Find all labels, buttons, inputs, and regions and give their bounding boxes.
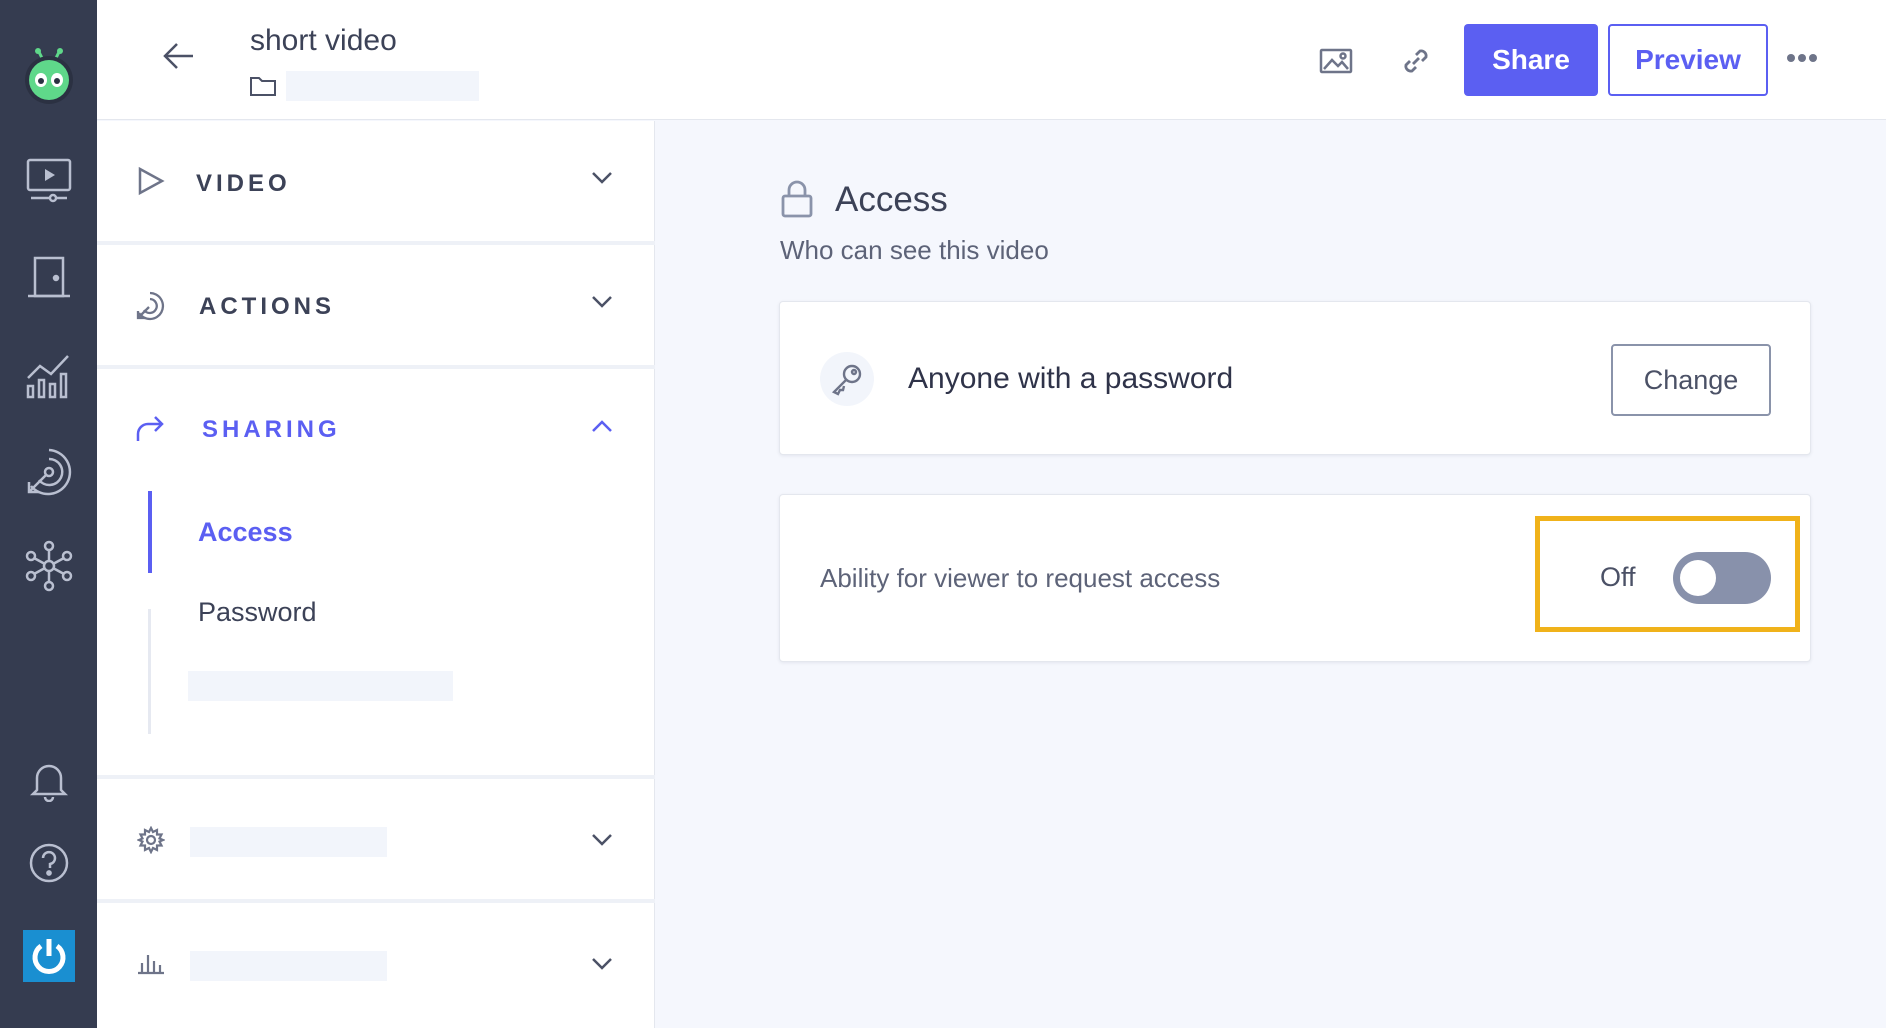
- chevron-down-icon[interactable]: [591, 171, 613, 190]
- sub-item-placeholder[interactable]: [188, 671, 453, 701]
- help-icon[interactable]: [0, 842, 97, 884]
- access-title: Access: [835, 180, 948, 219]
- request-access-label: Ability for viewer to request access: [820, 563, 1221, 593]
- page-title: short video: [250, 24, 397, 57]
- section-stats-placeholder: [190, 951, 387, 981]
- section-video[interactable]: VIDEO: [97, 121, 655, 245]
- videos-icon[interactable]: [0, 156, 97, 204]
- access-mode-card: Anyone with a password Change: [779, 301, 1811, 455]
- section-settings-placeholder: [190, 827, 387, 857]
- app-logo-icon[interactable]: [0, 44, 97, 106]
- key-icon: [820, 352, 874, 406]
- folder-icon[interactable]: [250, 76, 276, 101]
- account-power-icon[interactable]: [0, 930, 97, 982]
- thumbnail-image-icon[interactable]: [1319, 44, 1353, 83]
- top-header: short video Share Preview: [97, 0, 1886, 120]
- target-arrow-icon: [135, 291, 165, 326]
- sub-nav-track: [148, 609, 151, 734]
- section-actions-label: ACTIONS: [199, 293, 335, 320]
- integrations-icon[interactable]: [0, 540, 97, 592]
- play-icon: [137, 166, 165, 201]
- chevron-down-icon[interactable]: [591, 833, 613, 852]
- more-options-icon[interactable]: [1786, 50, 1818, 68]
- app-rail: [0, 0, 97, 1028]
- section-settings[interactable]: [97, 779, 655, 903]
- preview-button[interactable]: Preview: [1608, 24, 1768, 96]
- section-sharing-label[interactable]: SHARING: [202, 416, 341, 444]
- access-subtitle: Who can see this video: [780, 235, 1049, 265]
- folder-path-placeholder: [286, 71, 479, 101]
- settings-panel: VIDEO ACTIONS SHARING Access Password: [97, 121, 655, 1028]
- share-button[interactable]: Share: [1464, 24, 1598, 96]
- sub-item-password[interactable]: Password: [198, 597, 317, 628]
- sub-nav-active-indicator: [148, 491, 152, 573]
- rooms-door-icon[interactable]: [0, 254, 97, 302]
- bar-chart-icon: [137, 951, 165, 980]
- analytics-icon[interactable]: [0, 350, 97, 400]
- access-mode-label: Anyone with a password: [908, 362, 1234, 395]
- request-access-toggle[interactable]: [1673, 552, 1771, 604]
- section-stats[interactable]: [97, 903, 655, 1028]
- section-sharing: SHARING Access Password: [97, 369, 655, 779]
- gear-icon: [136, 825, 166, 859]
- link-icon[interactable]: [1399, 44, 1433, 83]
- change-button[interactable]: Change: [1611, 344, 1771, 416]
- section-actions[interactable]: ACTIONS: [97, 245, 655, 369]
- chevron-up-icon[interactable]: [591, 419, 613, 438]
- target-icon[interactable]: [0, 446, 97, 498]
- bell-icon[interactable]: [0, 760, 97, 802]
- toggle-knob: [1680, 560, 1716, 596]
- chevron-down-icon[interactable]: [591, 295, 613, 314]
- chevron-down-icon[interactable]: [591, 957, 613, 976]
- back-arrow-icon[interactable]: [163, 40, 195, 72]
- section-video-label: VIDEO: [196, 170, 291, 197]
- toggle-state-label: Off: [1600, 562, 1636, 592]
- lock-icon: [780, 180, 814, 223]
- sub-item-access[interactable]: Access: [198, 517, 293, 548]
- share-arrow-icon: [135, 414, 167, 449]
